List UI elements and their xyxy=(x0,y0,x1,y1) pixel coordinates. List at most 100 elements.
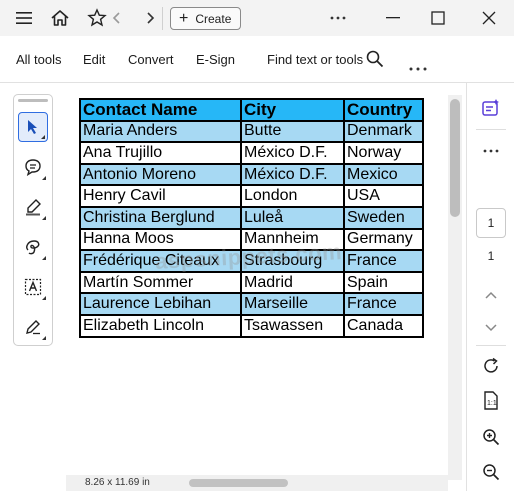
cell-city: Tsawassen xyxy=(240,313,345,338)
table-row: Antonio Moreno México D.F. Mexico xyxy=(79,162,424,187)
cell-city: Strasbourg xyxy=(240,249,345,273)
cell-city: London xyxy=(240,184,345,208)
cell-country: Denmark xyxy=(343,119,424,144)
table-row: Elizabeth Lincoln Tsawassen Canada xyxy=(79,313,424,338)
cell-city: Mannheim xyxy=(240,227,345,252)
plus-icon: + xyxy=(179,9,189,27)
table-row: Christina Berglund Luleå Sweden xyxy=(79,205,424,230)
svg-text:1:1: 1:1 xyxy=(487,400,497,407)
page-size-status: 8.26 x 11.69 in xyxy=(66,475,189,491)
cell-city: Marseille xyxy=(240,292,345,316)
zoom-in-icon[interactable] xyxy=(480,426,502,448)
zoom-out-icon[interactable] xyxy=(480,461,502,483)
forward-icon[interactable] xyxy=(140,8,160,28)
page-down-icon[interactable] xyxy=(480,317,502,339)
vertical-scroll-thumb[interactable] xyxy=(450,99,460,217)
right-panel: 1 1 1:1 xyxy=(466,83,514,491)
table-row: Maria Anders Butte Denmark xyxy=(79,119,424,144)
table-row: Martín Sommer Madrid Spain xyxy=(79,270,424,295)
cell-country: France xyxy=(343,249,424,273)
page-up-icon[interactable] xyxy=(480,284,502,306)
cell-contact: Laurence Lebihan xyxy=(79,292,242,316)
cell-city: México D.F. xyxy=(240,141,345,165)
divider xyxy=(162,7,163,30)
quick-tools-bar xyxy=(13,94,53,346)
cell-country: Spain xyxy=(343,270,424,295)
table-row: Frédérique Citeaux Strasbourg France xyxy=(79,249,424,273)
contacts-table: Contact Name City Country Maria Anders B… xyxy=(79,98,424,338)
comment-tool-button[interactable] xyxy=(18,152,48,182)
title-bar: + Create xyxy=(0,0,514,36)
horizontal-scrollbar[interactable] xyxy=(189,475,448,491)
divider xyxy=(476,129,506,130)
page-number-input[interactable]: 1 xyxy=(476,208,506,238)
hamburger-menu-icon[interactable] xyxy=(14,8,34,28)
cell-city: Butte xyxy=(240,119,345,144)
minimize-icon[interactable] xyxy=(383,8,403,28)
document-area: Contact Name City Country Maria Anders B… xyxy=(0,83,466,491)
menu-edit[interactable]: Edit xyxy=(83,52,105,67)
cell-contact: Frédérique Citeaux xyxy=(79,249,242,273)
vertical-scrollbar[interactable] xyxy=(448,95,462,480)
cell-contact: Elizabeth Lincoln xyxy=(79,313,242,338)
highlight-tool-button[interactable] xyxy=(18,192,48,222)
draw-tool-button[interactable] xyxy=(18,232,48,262)
back-icon[interactable] xyxy=(107,8,127,28)
table-row: Henry Cavil London USA xyxy=(79,184,424,208)
cell-contact: Christina Berglund xyxy=(79,205,242,230)
pen-sign-icon xyxy=(26,320,40,335)
pdf-page-table: Contact Name City Country Maria Anders B… xyxy=(79,98,424,338)
horizontal-scroll-thumb[interactable] xyxy=(189,479,288,487)
toolbar-grip[interactable] xyxy=(18,99,48,102)
menu-convert[interactable]: Convert xyxy=(128,52,174,67)
table-row: Hanna Moos Mannheim Germany xyxy=(79,227,424,252)
cell-country: France xyxy=(343,292,424,316)
cell-contact: Ana Trujillo xyxy=(79,141,242,165)
more-icon[interactable] xyxy=(328,8,348,28)
cell-contact: Hanna Moos xyxy=(79,227,242,252)
actual-size-icon[interactable]: 1:1 xyxy=(480,389,502,411)
cell-city: México D.F. xyxy=(240,162,345,187)
divider xyxy=(476,345,506,346)
text-box-icon xyxy=(24,278,42,296)
maximize-icon[interactable] xyxy=(428,8,448,28)
find-text-label[interactable]: Find text or tools xyxy=(267,52,363,67)
comment-icon xyxy=(25,159,41,176)
cell-country: Norway xyxy=(343,141,424,165)
lasso-icon xyxy=(26,240,40,255)
more-tools-icon[interactable] xyxy=(408,58,428,71)
cell-country: Germany xyxy=(343,227,424,252)
table-header-row: Contact Name City Country xyxy=(79,98,424,122)
highlighter-icon xyxy=(26,199,41,216)
cell-country: Sweden xyxy=(343,205,424,230)
home-icon[interactable] xyxy=(50,8,70,28)
rotate-icon[interactable] xyxy=(480,355,502,377)
cell-contact: Maria Anders xyxy=(79,119,242,144)
select-tool-button[interactable] xyxy=(18,112,48,142)
table-row: Laurence Lebihan Marseille France xyxy=(79,292,424,316)
cursor-icon xyxy=(28,120,37,134)
page-total: 1 xyxy=(487,249,495,263)
cell-city: Madrid xyxy=(240,270,345,295)
sign-tool-button[interactable] xyxy=(18,312,48,342)
table-row: Ana Trujillo México D.F. Norway xyxy=(79,141,424,165)
text-select-tool-button[interactable] xyxy=(18,272,48,302)
header-contact-name: Contact Name xyxy=(79,98,242,122)
close-icon[interactable] xyxy=(479,8,499,28)
cell-country: Mexico xyxy=(343,162,424,187)
cell-contact: Martín Sommer xyxy=(79,270,242,295)
cell-city: Luleå xyxy=(240,205,345,230)
menu-all-tools[interactable]: All tools xyxy=(16,52,62,67)
ai-assistant-icon[interactable] xyxy=(480,97,502,119)
create-button[interactable]: + Create xyxy=(170,7,241,30)
header-city: City xyxy=(240,98,345,122)
cell-contact: Henry Cavil xyxy=(79,184,242,208)
cell-contact: Antonio Moreno xyxy=(79,162,242,187)
cell-country: USA xyxy=(343,184,424,208)
star-icon[interactable] xyxy=(87,8,107,28)
create-label: Create xyxy=(195,11,232,26)
more-options-icon[interactable] xyxy=(480,140,502,162)
menu-e-sign[interactable]: E-Sign xyxy=(196,52,235,67)
search-icon[interactable] xyxy=(366,50,386,70)
menu-bar: All tools Edit Convert E-Sign Find text … xyxy=(0,36,514,83)
